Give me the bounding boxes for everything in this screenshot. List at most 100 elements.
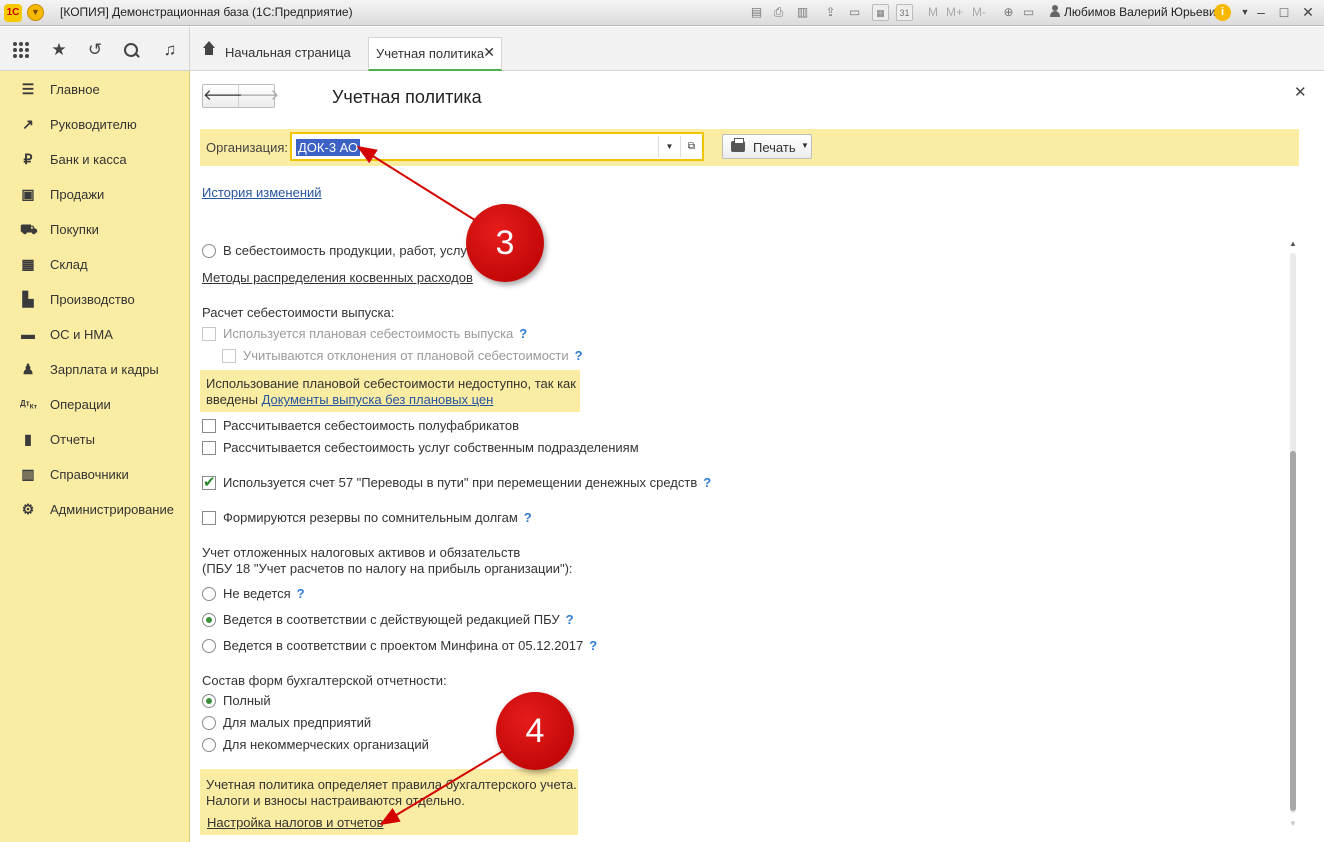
close-window-button[interactable]: ✕ bbox=[1297, 3, 1319, 21]
sidebar-item-label: Операции bbox=[50, 397, 111, 412]
deviations-label: Учитываются отклонения от плановой себес… bbox=[243, 348, 569, 363]
tab-close-icon[interactable]: ✕ bbox=[483, 44, 495, 61]
sidebar-item-bank[interactable]: ₽ Банк и касса bbox=[0, 144, 189, 174]
help-icon[interactable]: ? bbox=[589, 638, 597, 653]
info-icon[interactable]: i bbox=[1214, 4, 1231, 21]
history-link[interactable]: История изменений bbox=[202, 185, 322, 200]
send-icon[interactable]: ▭ bbox=[846, 4, 863, 21]
methods-link[interactable]: Методы распределения косвенных расходов bbox=[202, 270, 473, 285]
print-icon[interactable]: ▥ bbox=[794, 4, 811, 21]
sidebar-item-sales[interactable]: ▣ Продажи bbox=[0, 179, 189, 209]
reporting-option-small[interactable] bbox=[202, 716, 216, 730]
deferred-option-current[interactable] bbox=[202, 613, 216, 627]
nav-buttons: 🡐 🡒 bbox=[202, 84, 279, 108]
services-checkbox[interactable] bbox=[202, 441, 216, 455]
sidebar-item-purchases[interactable]: ⛟ Покупки bbox=[0, 214, 189, 244]
chevron-down-icon: ▼ bbox=[801, 141, 809, 150]
print-button[interactable]: Печать ▼ bbox=[722, 134, 812, 159]
open-icon[interactable]: ⧉ bbox=[680, 136, 702, 157]
reserves-row: Формируются резервы по сомнительным долг… bbox=[223, 510, 532, 525]
minimize-button[interactable]: – bbox=[1250, 3, 1272, 21]
memory-plus-button[interactable]: M+ bbox=[946, 5, 963, 19]
printer-icon bbox=[731, 138, 745, 152]
print-label: Печать bbox=[753, 140, 796, 155]
sidebar-item-production[interactable]: ▙ Производство bbox=[0, 284, 189, 314]
reporting-option-nonprofit[interactable] bbox=[202, 738, 216, 752]
sidebar-item-label: Зарплата и кадры bbox=[50, 362, 159, 377]
history-icon[interactable]: ↺ bbox=[84, 39, 106, 61]
sidebar-item-payroll[interactable]: ♟ Зарплата и кадры bbox=[0, 354, 189, 384]
save-icon[interactable]: ▤ bbox=[748, 4, 765, 21]
reporting-full-label: Полный bbox=[223, 693, 271, 708]
deviations-checkbox[interactable] bbox=[222, 349, 236, 363]
calendar-icon[interactable]: 31 bbox=[896, 4, 913, 21]
semi-products-checkbox[interactable] bbox=[202, 419, 216, 433]
sidebar-item-operations[interactable]: ДтКт Операции bbox=[0, 389, 189, 419]
sidebar-item-label: Администрирование bbox=[50, 502, 174, 517]
sidebar-item-fixed-assets[interactable]: ▬ ОС и НМА bbox=[0, 319, 189, 349]
sidebar-item-manager[interactable]: ↗ Руководителю bbox=[0, 109, 189, 139]
deferred-option-draft[interactable] bbox=[202, 639, 216, 653]
sidebar-item-admin[interactable]: ⚙ Администрирование bbox=[0, 494, 189, 524]
reserves-checkbox[interactable] bbox=[202, 511, 216, 525]
main-menu-button[interactable]: ▼ bbox=[27, 4, 44, 21]
organization-value: ДОК-3 АО bbox=[296, 139, 361, 156]
vertical-scrollbar[interactable]: ▲ ▼ bbox=[1287, 231, 1299, 831]
back-arrow-icon[interactable]: 🡐 bbox=[203, 85, 243, 107]
tax-settings-link[interactable]: Настройка налогов и отчетов bbox=[207, 815, 383, 830]
panel-icon[interactable]: ▭ bbox=[1020, 4, 1037, 21]
upload-icon[interactable]: ⇪ bbox=[822, 4, 839, 21]
planned-docs-link[interactable]: Документы выпуска без плановых цен bbox=[262, 392, 494, 407]
planned-note-prefix: введены bbox=[206, 392, 258, 407]
calculator-icon[interactable]: ▦ bbox=[872, 4, 889, 21]
maximize-button[interactable]: □ bbox=[1273, 3, 1295, 21]
sidebar-item-label: Банк и касса bbox=[50, 152, 127, 167]
memory-button[interactable]: M bbox=[928, 5, 938, 19]
sidebar-item-warehouse[interactable]: ▦ Склад bbox=[0, 249, 189, 279]
help-icon[interactable]: ? bbox=[524, 510, 532, 525]
sidebar-item-reports[interactable]: ▮ Отчеты bbox=[0, 424, 189, 454]
books-icon: ▥ bbox=[21, 466, 35, 482]
account57-checkbox[interactable] bbox=[202, 473, 216, 491]
reporting-option-full[interactable] bbox=[202, 694, 216, 708]
tab-home[interactable]: Начальная страница bbox=[198, 37, 358, 71]
window-title: [КОПИЯ] Демонстрационная база (1С:Предпр… bbox=[60, 5, 353, 19]
scroll-thumb[interactable] bbox=[1290, 451, 1296, 811]
star-icon[interactable]: ★ bbox=[48, 39, 70, 61]
close-form-icon[interactable]: ✕ bbox=[1294, 83, 1307, 101]
reporting-small-label: Для малых предприятий bbox=[223, 715, 372, 730]
sidebar-item-label: Продажи bbox=[50, 187, 105, 202]
home-icon bbox=[202, 41, 216, 58]
gear-icon: ⚙ bbox=[21, 501, 35, 517]
search-icon[interactable] bbox=[124, 43, 140, 59]
account57-row: Используется счет 57 "Переводы в пути" п… bbox=[223, 475, 711, 490]
forward-arrow-icon[interactable]: 🡒 bbox=[239, 85, 279, 107]
sidebar-item-references[interactable]: ▥ Справочники bbox=[0, 459, 189, 489]
sidebar-item-label: ОС и НМА bbox=[50, 327, 113, 342]
memory-minus-button[interactable]: M- bbox=[972, 5, 986, 19]
deferred-none-label: Не ведется bbox=[223, 586, 291, 601]
dropdown-icon[interactable]: ▼ bbox=[658, 136, 680, 157]
tab-accounting-policy-label: Учетная политика bbox=[376, 46, 485, 61]
bell-icon[interactable]: ♫ bbox=[159, 39, 181, 61]
user-name[interactable]: Любимов Валерий Юрьевич bbox=[1064, 5, 1222, 19]
services-label: Рассчитывается себестоимость услуг собст… bbox=[223, 440, 639, 455]
print-preview-icon[interactable]: ⎙ bbox=[770, 4, 787, 21]
apps-grid-icon[interactable] bbox=[13, 42, 29, 58]
planned-cost-checkbox[interactable] bbox=[202, 327, 216, 341]
help-icon[interactable]: ? bbox=[575, 348, 583, 363]
cost-radio[interactable] bbox=[202, 244, 216, 258]
help-icon[interactable]: ? bbox=[297, 586, 305, 601]
scroll-up-icon[interactable]: ▲ bbox=[1289, 239, 1297, 248]
help-icon[interactable]: ? bbox=[703, 475, 711, 490]
deferred-option-none[interactable] bbox=[202, 587, 216, 601]
zoom-icon[interactable]: ⊕ bbox=[1000, 4, 1017, 21]
sidebar-item-label: Склад bbox=[50, 257, 88, 272]
sidebar-item-main[interactable]: ☰ Главное bbox=[0, 74, 189, 104]
tab-home-label: Начальная страница bbox=[225, 45, 351, 60]
help-icon[interactable]: ? bbox=[566, 612, 574, 627]
help-icon[interactable]: ? bbox=[519, 326, 527, 341]
scroll-down-icon[interactable]: ▼ bbox=[1289, 819, 1297, 828]
tab-accounting-policy[interactable]: Учетная политика ✕ bbox=[368, 37, 502, 71]
organization-field[interactable]: ДОК-3 АО ▼ ⧉ bbox=[290, 132, 704, 161]
